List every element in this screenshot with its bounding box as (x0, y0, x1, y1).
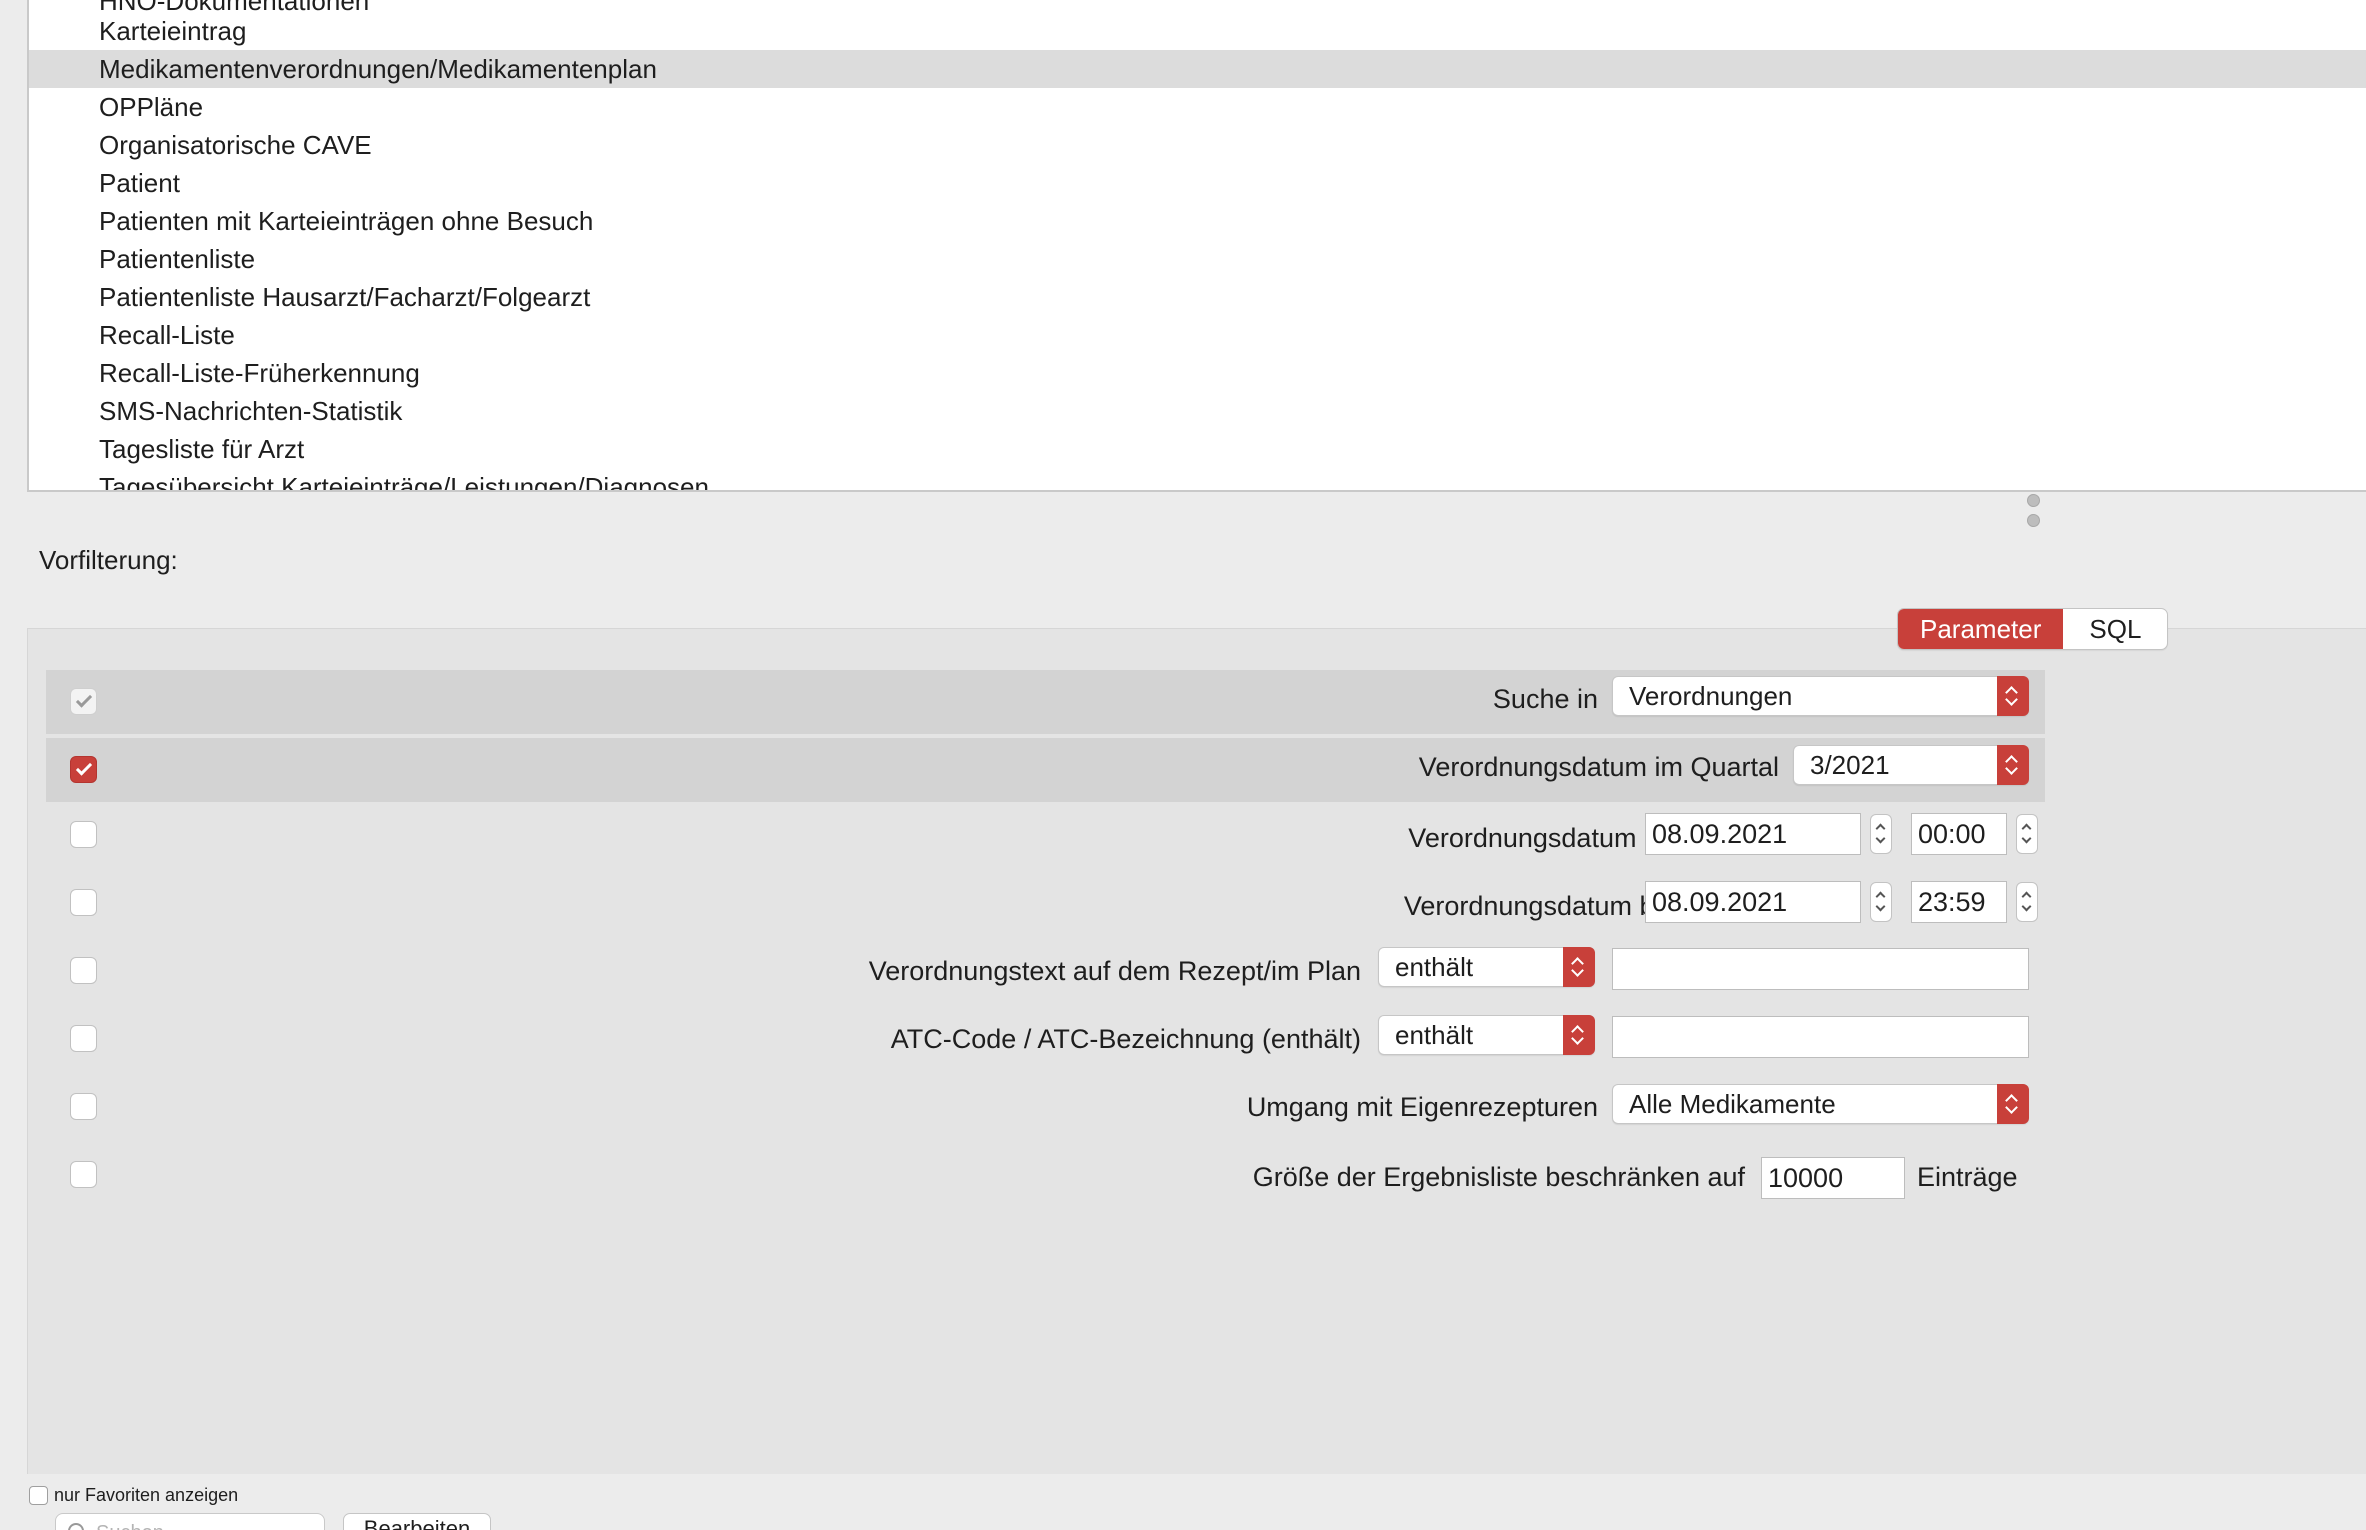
datum-ab-date-input[interactable]: 08.09.2021 (1645, 813, 1861, 855)
tab-parameter[interactable]: Parameter (1898, 609, 2064, 649)
filter-row-quartal: Verordnungsdatum im Quartal 3/2021 (46, 738, 2045, 802)
eigenrezepturen-select[interactable]: Alle Medikamente (1612, 1084, 2029, 1124)
suche-in-checkbox (70, 688, 97, 715)
datum-bis-label: Verordnungsdatum bis (1403, 891, 1674, 921)
list-item[interactable]: Recall-Liste (29, 316, 2366, 354)
list-item[interactable]: Tagesübersicht Karteieinträge/Leistungen… (29, 468, 2366, 490)
verordnungstext-checkbox[interactable] (70, 957, 97, 984)
tab-sql[interactable]: SQL (2063, 609, 2167, 649)
datum-ab-time-stepper[interactable] (2016, 814, 2038, 854)
verordnungstext-label: Verordnungstext auf dem Rezept/im Plan (868, 956, 1361, 986)
quartal-select[interactable]: 3/2021 (1793, 745, 2029, 785)
atc-label: ATC-Code / ATC-Bezeichnung (enthält) (890, 1024, 1361, 1054)
list-item[interactable]: Patienten mit Karteieinträgen ohne Besuc… (29, 202, 2366, 240)
quartal-value: 3/2021 (1810, 750, 1890, 780)
filter-row-datum-bis: Verordnungsdatum bis 08.09.2021 23:59 (46, 874, 2045, 938)
checkmark-icon (75, 759, 93, 776)
datum-bis-time-stepper[interactable] (2016, 882, 2038, 922)
select-arrows-icon (1563, 1015, 1595, 1055)
datum-ab-label: Verordnungsdatum ab (1408, 823, 1674, 853)
filter-row-verordnungstext: Verordnungstext auf dem Rezept/im Plan e… (46, 942, 2045, 1006)
list-item[interactable]: Patient (29, 164, 2366, 202)
report-list[interactable]: HNO-Dokumentationen Karteieintrag Medika… (27, 0, 2366, 492)
ergebnisliste-checkbox[interactable] (70, 1161, 97, 1188)
quartal-label: Verordnungsdatum im Quartal (1418, 752, 1779, 782)
datum-bis-checkbox[interactable] (70, 889, 97, 916)
list-item[interactable]: Karteieintrag (29, 12, 2366, 50)
select-arrows-icon (1563, 947, 1595, 987)
ergebnisliste-label: Größe der Ergebnisliste beschränken auf (1252, 1162, 1745, 1192)
eigenrezepturen-label: Umgang mit Eigenrezepturen (1246, 1092, 1598, 1122)
datum-bis-time-input[interactable]: 23:59 (1911, 881, 2007, 923)
filter-row-atc: ATC-Code / ATC-Bezeichnung (enthält) ent… (46, 1010, 2045, 1074)
atc-operator-value: enthält (1395, 1020, 1474, 1050)
filter-row-ergebnisliste: Größe der Ergebnisliste beschränken auf … (46, 1146, 2045, 1210)
search-placeholder: Suchen (96, 1522, 164, 1530)
datum-ab-date-stepper[interactable] (1870, 814, 1892, 854)
suche-in-label: Suche in (1492, 684, 1598, 714)
list-item[interactable]: Recall-Liste-Früherkennung (29, 354, 2366, 392)
select-arrows-icon (1997, 1084, 2029, 1124)
filter-row-eigenrezepturen: Umgang mit Eigenrezepturen Alle Medikame… (46, 1078, 2045, 1142)
datum-bis-date-stepper[interactable] (1870, 882, 1892, 922)
eigenrezepturen-value: Alle Medikamente (1629, 1089, 1836, 1119)
list-item[interactable]: SMS-Nachrichten-Statistik (29, 392, 2366, 430)
verordnungstext-operator-value: enthält (1395, 952, 1474, 982)
list-item-selected[interactable]: Medikamentenverordnungen/Medikamentenpla… (29, 50, 2366, 88)
edit-button[interactable]: Bearbeiten (343, 1513, 491, 1530)
ergebnisliste-limit-input[interactable]: 10000 (1761, 1157, 1905, 1199)
datum-bis-date-input[interactable]: 08.09.2021 (1645, 881, 1861, 923)
quartal-checkbox[interactable] (70, 756, 97, 783)
filter-row-datum-ab: Verordnungsdatum ab 08.09.2021 00:00 (46, 806, 2045, 870)
list-item[interactable]: Patientenliste (29, 240, 2366, 278)
checkmark-icon (75, 691, 93, 708)
parameter-sql-toggle[interactable]: Parameter SQL (1897, 608, 2169, 650)
datum-ab-time-input[interactable]: 00:00 (1911, 813, 2007, 855)
splitter-dot (2027, 494, 2040, 507)
atc-operator-select[interactable]: enthält (1378, 1015, 1595, 1055)
list-item[interactable]: Organisatorische CAVE (29, 126, 2366, 164)
prefilter-label: Vorfilterung: (39, 545, 178, 575)
filter-row-suche-in: Suche in Verordnungen (46, 670, 2045, 734)
suche-in-select[interactable]: Verordnungen (1612, 676, 2029, 716)
splitter-handle[interactable] (2027, 494, 2041, 530)
list-item[interactable]: Patientenliste Hausarzt/Facharzt/Folgear… (29, 278, 2366, 316)
select-arrows-icon (1997, 676, 2029, 716)
favorites-checkbox[interactable] (29, 1486, 48, 1505)
search-icon (68, 1523, 84, 1530)
datum-ab-checkbox[interactable] (70, 821, 97, 848)
verordnungstext-operator-select[interactable]: enthält (1378, 947, 1595, 987)
splitter-dot (2027, 514, 2040, 527)
list-item[interactable]: Tagesliste für Arzt (29, 430, 2366, 468)
atc-input[interactable] (1612, 1016, 2029, 1058)
eigenrezepturen-checkbox[interactable] (70, 1093, 97, 1120)
select-arrows-icon (1997, 745, 2029, 785)
eintraege-label: Einträge (1917, 1162, 2018, 1192)
atc-checkbox[interactable] (70, 1025, 97, 1052)
search-input[interactable]: Suchen (55, 1513, 325, 1530)
favorites-label: nur Favoriten anzeigen (54, 1485, 239, 1505)
suche-in-value: Verordnungen (1629, 681, 1793, 711)
list-item[interactable]: OPPläne (29, 88, 2366, 126)
verordnungstext-input[interactable] (1612, 948, 2029, 990)
